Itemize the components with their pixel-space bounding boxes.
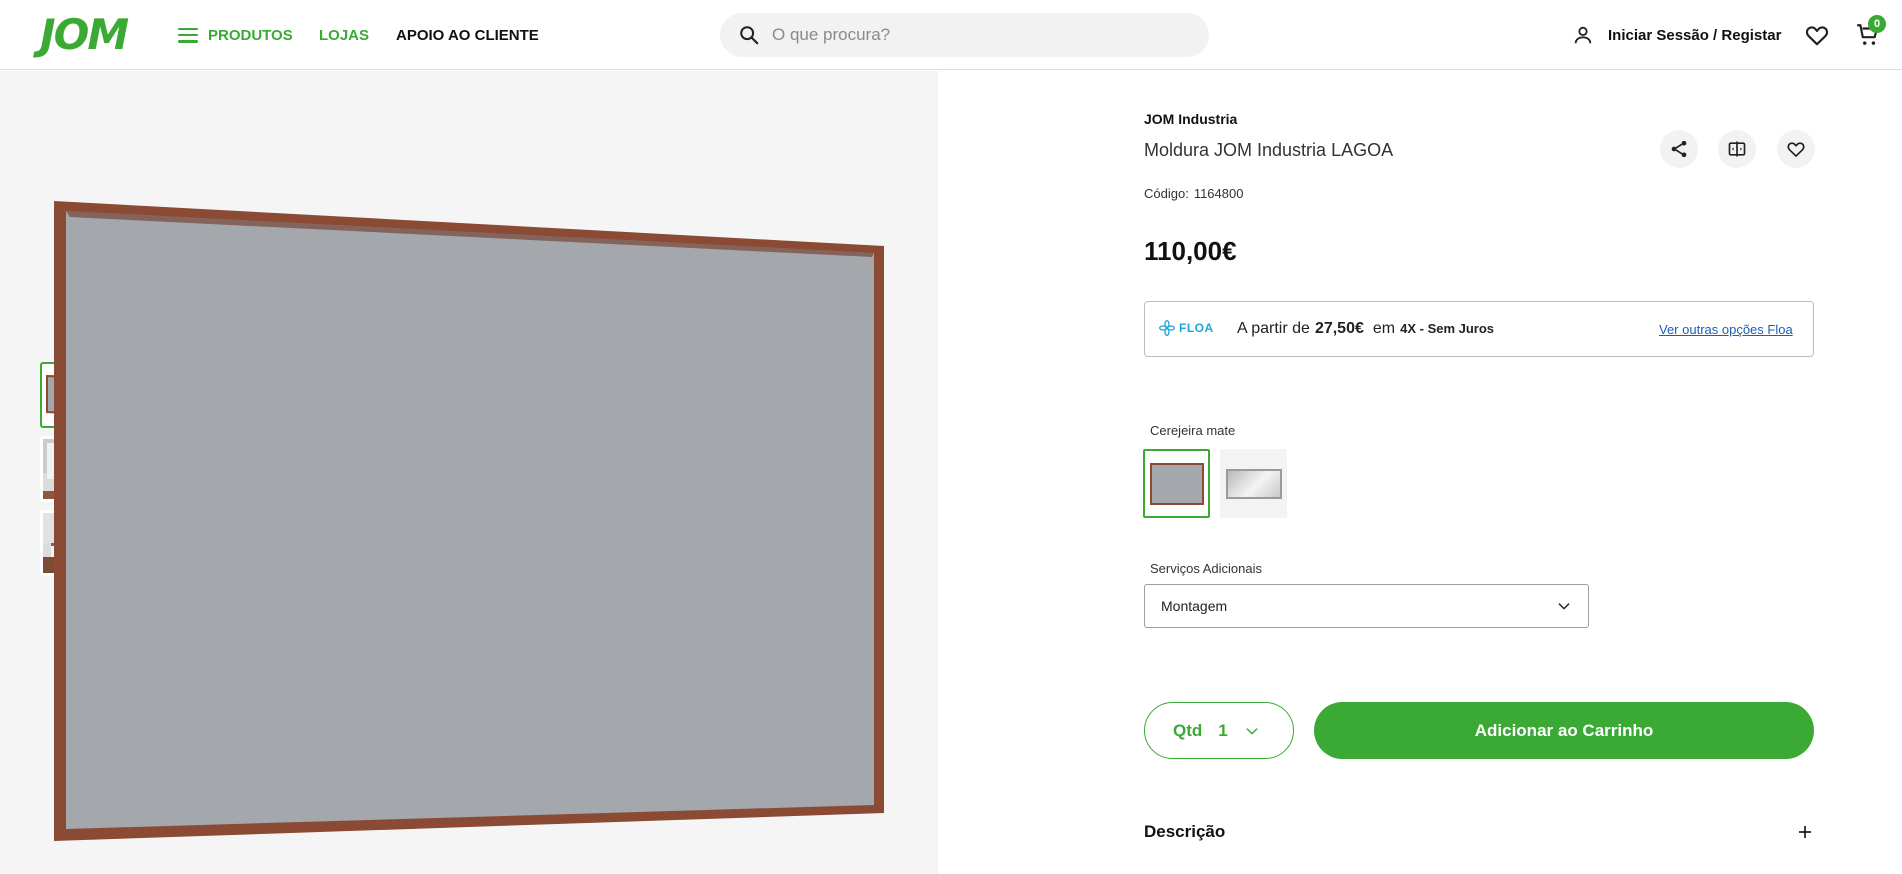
share-button[interactable] bbox=[1660, 130, 1698, 168]
site-header: JOM PRODUTOS LOJAS APOIO AO CLIENTE Inic… bbox=[0, 0, 1902, 70]
plus-icon bbox=[1799, 826, 1811, 838]
financing-amount: 27,50€ bbox=[1314, 320, 1364, 337]
nav-support[interactable]: APOIO AO CLIENTE bbox=[396, 0, 539, 70]
floa-flower-icon bbox=[1159, 320, 1175, 336]
variant-swatch-image bbox=[1149, 462, 1204, 505]
services-select[interactable]: Montagem bbox=[1144, 584, 1589, 628]
compare-icon bbox=[1728, 141, 1746, 157]
quantity-selector[interactable]: Qtd 1 bbox=[1144, 702, 1294, 759]
login-link[interactable]: Iniciar Sessão / Registar bbox=[1572, 0, 1781, 70]
product-main-image[interactable] bbox=[54, 201, 884, 841]
variant-swatch-image bbox=[1225, 468, 1282, 499]
product-brand[interactable]: JOM Industria bbox=[1144, 111, 1237, 127]
floa-logo: FLOA bbox=[1159, 320, 1214, 336]
search-bar[interactable] bbox=[720, 13, 1209, 57]
compare-button[interactable] bbox=[1718, 130, 1756, 168]
chevron-down-icon bbox=[1246, 727, 1258, 734]
financing-box: FLOA A partir de 27,50€ em 4X - Sem Juro… bbox=[1144, 301, 1814, 357]
quantity-value: 1 bbox=[1218, 720, 1228, 740]
floa-options-link[interactable]: Ver outras opções Floa bbox=[1659, 322, 1793, 337]
description-label: Descrição bbox=[1144, 822, 1226, 841]
jom-logo[interactable]: JOM bbox=[40, 13, 129, 57]
quantity-label: Qtd bbox=[1173, 720, 1203, 740]
share-icon bbox=[1671, 140, 1687, 158]
nav-products[interactable]: PRODUTOS bbox=[178, 0, 293, 70]
search-icon bbox=[740, 26, 759, 45]
product-code-label: Código: bbox=[1144, 186, 1189, 201]
search-input[interactable] bbox=[772, 25, 1172, 45]
user-icon bbox=[1574, 26, 1592, 44]
financing-prefix: A partir de bbox=[1237, 320, 1310, 337]
product-code: Código: 1164800 bbox=[1144, 186, 1243, 201]
description-accordion[interactable]: Descrição bbox=[1144, 822, 1814, 842]
financing-terms: 4X - Sem Juros bbox=[1400, 321, 1495, 336]
add-to-cart-button[interactable]: Adicionar ao Carrinho bbox=[1314, 702, 1814, 759]
menu-icon bbox=[178, 27, 198, 43]
heart-icon[interactable] bbox=[1804, 22, 1830, 48]
floa-logo-text: FLOA bbox=[1179, 321, 1214, 335]
cart-count-badge: 0 bbox=[1868, 15, 1886, 33]
product-price: 110,00€ bbox=[1144, 236, 1237, 266]
product-gallery bbox=[0, 71, 938, 874]
financing-text: A partir de 27,50€ em 4X - Sem Juros bbox=[1237, 320, 1494, 338]
financing-in: em bbox=[1372, 320, 1396, 337]
variant-swatch-mirror[interactable] bbox=[1220, 449, 1287, 518]
chevron-down-icon bbox=[1558, 603, 1570, 610]
variant-label: Cerejeira mate bbox=[1150, 423, 1236, 438]
services-label: Serviços Adicionais bbox=[1150, 561, 1262, 576]
variant-swatch-cerejeira[interactable] bbox=[1143, 449, 1210, 518]
heart-icon bbox=[1787, 142, 1805, 157]
login-label: Iniciar Sessão / Registar bbox=[1608, 26, 1782, 44]
product-code-value: 1164800 bbox=[1193, 186, 1244, 201]
nav-stores[interactable]: LOJAS bbox=[319, 0, 369, 70]
wishlist-button[interactable] bbox=[1777, 130, 1815, 168]
product-title: Moldura JOM Industria LAGOA bbox=[1144, 140, 1394, 160]
services-selected-value: Montagem bbox=[1161, 598, 1228, 614]
nav-products-label: PRODUTOS bbox=[208, 26, 293, 44]
